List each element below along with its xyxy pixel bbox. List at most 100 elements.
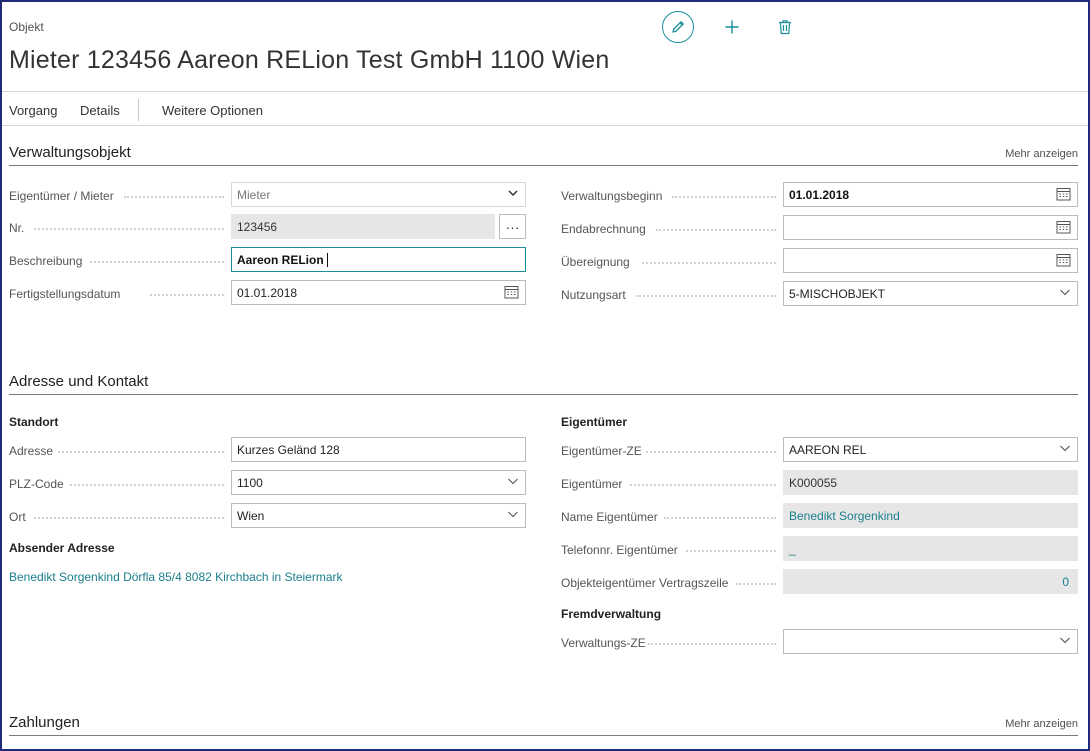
add-button[interactable] <box>716 11 748 43</box>
verwaltungsbeginn-value: 01.01.2018 <box>789 187 850 202</box>
eigentuemer-value: K000055 <box>789 475 838 490</box>
telefon-eigentuemer-value: _ <box>789 541 796 556</box>
ort-value: Wien <box>237 508 265 523</box>
fertigstellungsdatum-input[interactable]: 01.01.2018 <box>231 280 526 305</box>
calendar-icon[interactable] <box>1056 253 1071 267</box>
dotted-leader <box>150 294 224 296</box>
dotted-leader <box>34 228 224 230</box>
page-caption: Objekt <box>9 20 44 34</box>
actionbar-separator <box>138 99 139 121</box>
plus-icon <box>724 19 740 35</box>
fertigstellungsdatum-value: 01.01.2018 <box>237 285 298 300</box>
dotted-leader <box>70 484 224 486</box>
chevron-down-icon <box>507 187 519 199</box>
dotted-leader <box>34 517 224 519</box>
text-cursor <box>326 252 328 267</box>
dotted-leader <box>664 517 776 519</box>
subhead-standort: Standort <box>9 415 59 429</box>
dotted-leader <box>90 261 224 263</box>
more-link-verwaltung[interactable]: Mehr anzeigen <box>1005 148 1078 160</box>
plz-code-value: 1100 <box>237 475 263 490</box>
dotted-leader <box>648 643 776 645</box>
subhead-fremdverwaltung: Fremdverwaltung <box>561 607 662 621</box>
label-ort: Ort <box>9 510 26 524</box>
edit-button[interactable] <box>662 11 694 43</box>
label-plz-code: PLZ-Code <box>9 477 64 491</box>
eigentuemer-ze-select[interactable]: AAREON REL <box>783 437 1078 462</box>
calendar-icon[interactable] <box>1056 220 1071 234</box>
dotted-leader <box>736 583 776 585</box>
section-title-zahlungen: Zahlungen <box>9 714 80 731</box>
name-eigentuemer-field[interactable]: Benedikt Sorgenkind <box>783 503 1078 528</box>
delete-button[interactable] <box>769 11 801 43</box>
action-weitere-optionen[interactable]: Weitere Optionen <box>162 103 263 118</box>
section-title-adresse: Adresse und Kontakt <box>9 373 149 390</box>
nr-lookup-button[interactable]: ··· <box>499 214 526 239</box>
label-adresse: Adresse <box>9 444 54 458</box>
trash-icon <box>778 19 792 35</box>
adresse-input[interactable]: Kurzes Geländ 128 <box>231 437 526 462</box>
dotted-leader <box>636 295 776 297</box>
eigentuemer-mieter-value: Mieter <box>237 187 271 202</box>
dotted-leader <box>124 196 224 198</box>
chevron-down-icon <box>1059 442 1071 454</box>
actionbar-divider <box>2 125 1088 126</box>
verwaltungs-ze-select[interactable] <box>783 629 1078 654</box>
beschreibung-value: Aareon RELion <box>237 252 324 267</box>
nutzungsart-value: 5-MISCHOBJEKT <box>789 286 886 301</box>
nr-field[interactable]: 123456 <box>231 214 495 239</box>
telefon-eigentuemer-field[interactable]: _ <box>783 536 1078 561</box>
label-vertragszeile: Objekteigentümer Vertragszeile <box>561 576 729 590</box>
vertragszeile-value: 0 <box>1062 575 1069 589</box>
dotted-leader <box>642 262 776 264</box>
chevron-down-icon <box>507 508 519 520</box>
more-link-zahlungen[interactable]: Mehr anzeigen <box>1005 718 1078 730</box>
plz-code-select[interactable]: 1100 <box>231 470 526 495</box>
name-eigentuemer-value: Benedikt Sorgenkind <box>789 508 900 523</box>
eigentuemer-ze-value: AAREON REL <box>789 442 867 457</box>
section-title-verwaltungsobjekt: Verwaltungsobjekt <box>9 144 131 161</box>
dotted-leader <box>646 451 776 453</box>
label-eigentuemer-ze: Eigentümer-ZE <box>561 444 642 458</box>
label-telefon-eigentuemer: Telefonnr. Eigentümer <box>561 543 678 557</box>
page-title: Mieter 123456 Aareon RELion Test GmbH 11… <box>9 46 610 74</box>
dotted-leader <box>672 196 776 198</box>
dotted-leader <box>630 484 776 486</box>
calendar-icon[interactable] <box>1056 187 1071 201</box>
eigentuemer-mieter-select[interactable]: Mieter <box>231 182 526 207</box>
label-eigentuemer: Eigentümer <box>561 477 623 491</box>
endabrechnung-input[interactable] <box>783 215 1078 240</box>
label-name-eigentuemer: Name Eigentümer <box>561 510 658 524</box>
header-divider <box>2 91 1088 92</box>
vertragszeile-field[interactable]: 0 <box>783 569 1078 594</box>
section-rule <box>9 394 1078 395</box>
eigentuemer-field: K000055 <box>783 470 1078 495</box>
absender-adresse-link[interactable]: Benedikt Sorgenkind Dörfla 85/4 8082 Kir… <box>9 570 343 584</box>
verwaltungsbeginn-input[interactable]: 01.01.2018 <box>783 182 1078 207</box>
nr-value: 123456 <box>237 219 278 234</box>
ort-select[interactable]: Wien <box>231 503 526 528</box>
section-rule <box>9 735 1078 736</box>
chevron-down-icon <box>507 475 519 487</box>
label-nutzungsart: Nutzungsart <box>561 288 626 302</box>
dotted-leader <box>686 550 776 552</box>
uebereignung-input[interactable] <box>783 248 1078 273</box>
pencil-icon <box>670 19 686 35</box>
dotted-leader <box>656 229 776 231</box>
subhead-absender-adresse: Absender Adresse <box>9 541 115 555</box>
label-endabrechnung: Endabrechnung <box>561 222 646 236</box>
nutzungsart-select[interactable]: 5-MISCHOBJEKT <box>783 281 1078 306</box>
label-eigentuemer-mieter: Eigentümer / Mieter <box>9 189 114 203</box>
label-uebereignung: Übereignung <box>561 255 630 269</box>
beschreibung-input[interactable]: Aareon RELion <box>231 247 526 272</box>
label-fertigstellungsdatum: Fertigstellungsdatum <box>9 287 121 301</box>
adresse-value: Kurzes Geländ 128 <box>237 442 340 457</box>
calendar-icon[interactable] <box>504 285 519 299</box>
chevron-down-icon <box>1059 634 1071 646</box>
action-details[interactable]: Details <box>80 103 120 118</box>
action-vorgang[interactable]: Vorgang <box>9 103 57 118</box>
section-rule <box>9 165 1078 166</box>
label-beschreibung: Beschreibung <box>9 254 83 268</box>
subhead-eigentuemer: Eigentümer <box>561 415 628 429</box>
label-verwaltungs-ze: Verwaltungs-ZE <box>561 636 646 650</box>
